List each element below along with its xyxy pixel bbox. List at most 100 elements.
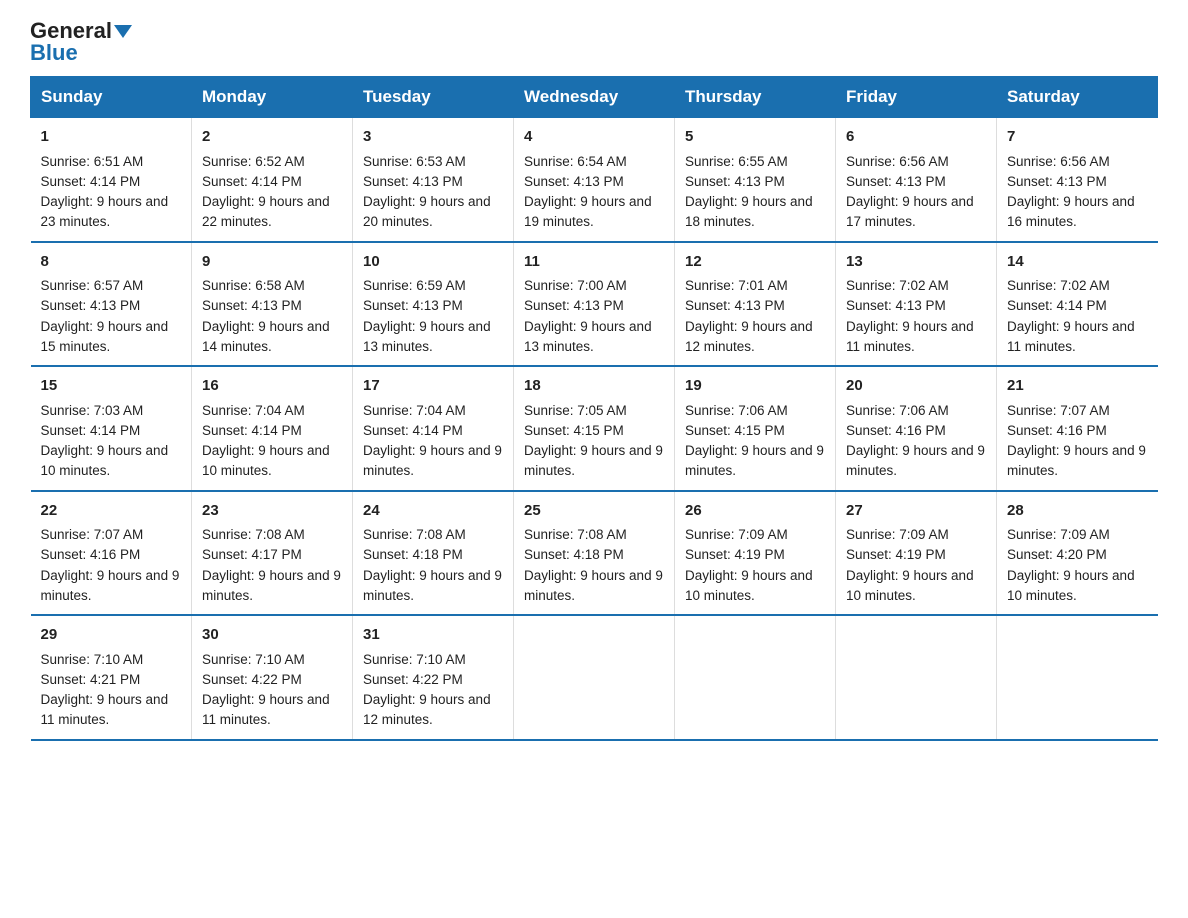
- week-row-3: 15 Sunrise: 7:03 AM Sunset: 4:14 PM Dayligh…: [31, 366, 1158, 491]
- day-number: 22: [41, 500, 182, 523]
- sunset-label: Sunset: 4:15 PM: [685, 423, 785, 438]
- day-number: 21: [1007, 375, 1148, 398]
- calendar-header: SundayMondayTuesdayWednesdayThursdayFrid…: [31, 77, 1158, 118]
- sunrise-label: Sunrise: 7:07 AM: [41, 527, 144, 542]
- day-number: 9: [202, 251, 342, 274]
- day-number: 11: [524, 251, 664, 274]
- calendar-cell: 17Sunrise: 7:04 AMSunset: 4:14 PMDayligh…: [353, 366, 514, 491]
- day-number: 31: [363, 624, 503, 647]
- day-number: 27: [846, 500, 986, 523]
- daylight-label: Daylight: 9 hours and 16 minutes.: [1007, 194, 1135, 229]
- sunset-label: Sunset: 4:14 PM: [202, 174, 302, 189]
- sunset-label: Sunset: 4:16 PM: [846, 423, 946, 438]
- day-number: 3: [363, 126, 503, 149]
- daylight-label: Daylight: 9 hours and 13 minutes.: [524, 319, 652, 354]
- day-number: 2: [202, 126, 342, 149]
- daylight-label: Daylight: 9 hours and 10 minutes.: [1007, 568, 1135, 603]
- day-number: 19: [685, 375, 825, 398]
- calendar-cell: 10Sunrise: 6:59 AMSunset: 4:13 PMDayligh…: [353, 242, 514, 367]
- sunset-label: Sunset: 4:21 PM: [41, 672, 141, 687]
- daylight-label: Daylight: 9 hours and 11 minutes.: [202, 692, 330, 727]
- sunrise-label: Sunrise: 6:53 AM: [363, 154, 466, 169]
- day-number: 6: [846, 126, 986, 149]
- calendar-cell: 4Sunrise: 6:54 AMSunset: 4:13 PMDaylight…: [514, 118, 675, 242]
- sunrise-label: Sunrise: 7:09 AM: [846, 527, 949, 542]
- day-number: 4: [524, 126, 664, 149]
- sunrise-label: Sunrise: 6:59 AM: [363, 278, 466, 293]
- day-number: 12: [685, 251, 825, 274]
- calendar-cell: 30Sunrise: 7:10 AMSunset: 4:22 PMDayligh…: [192, 615, 353, 740]
- day-number: 25: [524, 500, 664, 523]
- week-row-4: 22 Sunrise: 7:07 AM Sunset: 4:16 PM Dayligh…: [31, 491, 1158, 616]
- day-number: 26: [685, 500, 825, 523]
- calendar-cell: 1Sunrise: 6:51 AMSunset: 4:14 PMDaylight…: [31, 118, 192, 242]
- sunrise-label: Sunrise: 6:54 AM: [524, 154, 627, 169]
- sunrise-label: Sunrise: 6:56 AM: [1007, 154, 1110, 169]
- header-wednesday: Wednesday: [514, 77, 675, 118]
- calendar-cell: 18Sunrise: 7:05 AMSunset: 4:15 PMDayligh…: [514, 366, 675, 491]
- sunrise-label: Sunrise: 7:09 AM: [685, 527, 788, 542]
- day-number: 30: [202, 624, 342, 647]
- day-number: 29: [41, 624, 182, 647]
- day-number: 18: [524, 375, 664, 398]
- daylight-label: Daylight: 9 hours and 22 minutes.: [202, 194, 330, 229]
- calendar-cell: 8Sunrise: 6:57 AMSunset: 4:13 PMDaylight…: [31, 242, 192, 367]
- daylight-label: Daylight: 9 hours and 9 minutes.: [1007, 443, 1146, 478]
- logo-triangle-icon: [114, 25, 132, 38]
- sunrise-label: Sunrise: 7:08 AM: [363, 527, 466, 542]
- calendar-cell: 31Sunrise: 7:10 AMSunset: 4:22 PMDayligh…: [353, 615, 514, 740]
- sunrise-label: Sunrise: 7:10 AM: [41, 652, 144, 667]
- day-number: 16: [202, 375, 342, 398]
- calendar-cell: 15Sunrise: 7:03 AMSunset: 4:14 PMDayligh…: [31, 366, 192, 491]
- calendar-cell: 20Sunrise: 7:06 AMSunset: 4:16 PMDayligh…: [836, 366, 997, 491]
- daylight-label: Daylight: 9 hours and 20 minutes.: [363, 194, 491, 229]
- sunset-label: Sunset: 4:13 PM: [363, 174, 463, 189]
- sunrise-label: Sunrise: 7:02 AM: [846, 278, 949, 293]
- sunrise-label: Sunrise: 7:00 AM: [524, 278, 627, 293]
- sunrise-label: Sunrise: 7:01 AM: [685, 278, 788, 293]
- calendar-cell: 24Sunrise: 7:08 AMSunset: 4:18 PMDayligh…: [353, 491, 514, 616]
- daylight-label: Daylight: 9 hours and 11 minutes.: [41, 692, 169, 727]
- week-row-1: 1Sunrise: 6:51 AMSunset: 4:14 PMDaylight…: [31, 118, 1158, 242]
- week-row-2: 8Sunrise: 6:57 AMSunset: 4:13 PMDaylight…: [31, 242, 1158, 367]
- sunrise-label: Sunrise: 7:07 AM: [1007, 403, 1110, 418]
- day-number: 23: [202, 500, 342, 523]
- header-monday: Monday: [192, 77, 353, 118]
- sunrise-label: Sunrise: 7:03 AM: [41, 403, 144, 418]
- logo-blue: Blue: [30, 40, 78, 66]
- calendar-cell: 23Sunrise: 7:08 AMSunset: 4:17 PMDayligh…: [192, 491, 353, 616]
- sunrise-label: Sunrise: 7:08 AM: [524, 527, 627, 542]
- logo: General Blue: [30, 20, 132, 66]
- calendar-cell: 21Sunrise: 7:07 AMSunset: 4:16 PMDayligh…: [997, 366, 1158, 491]
- day-number: 1: [41, 126, 182, 149]
- daylight-label: Daylight: 9 hours and 15 minutes.: [41, 319, 169, 354]
- sunset-label: Sunset: 4:13 PM: [685, 298, 785, 313]
- calendar-cell: 7Sunrise: 6:56 AMSunset: 4:13 PMDaylight…: [997, 118, 1158, 242]
- calendar-cell: 3 Sunrise: 6:53 AM Sunset: 4:13 PM Daylight…: [353, 118, 514, 242]
- daylight-label: Daylight: 9 hours and 10 minutes.: [202, 443, 330, 478]
- calendar-cell: 25Sunrise: 7:08 AMSunset: 4:18 PMDayligh…: [514, 491, 675, 616]
- sunset-label: Sunset: 4:13 PM: [846, 298, 946, 313]
- daylight-label: Daylight: 9 hours and 11 minutes.: [846, 319, 974, 354]
- day-number: 24: [363, 500, 503, 523]
- daylight-label: Daylight: 9 hours and 9 minutes.: [41, 568, 180, 603]
- daylight-label: Daylight: 9 hours and 11 minutes.: [1007, 319, 1135, 354]
- daylight-label: Daylight: 9 hours and 10 minutes.: [846, 568, 974, 603]
- calendar-cell: 11 Sunrise: 7:00 AM Sunset: 4:13 PM Dayligh…: [514, 242, 675, 367]
- calendar-cell: [997, 615, 1158, 740]
- daylight-label: Daylight: 9 hours and 9 minutes.: [846, 443, 985, 478]
- day-number: 15: [41, 375, 182, 398]
- sunset-label: Sunset: 4:16 PM: [41, 547, 141, 562]
- sunset-label: Sunset: 4:13 PM: [363, 298, 463, 313]
- sunset-label: Sunset: 4:22 PM: [202, 672, 302, 687]
- sunrise-label: Sunrise: 7:09 AM: [1007, 527, 1110, 542]
- sunset-label: Sunset: 4:13 PM: [524, 298, 624, 313]
- header-sunday: Sunday: [31, 77, 192, 118]
- day-number: 13: [846, 251, 986, 274]
- sunset-label: Sunset: 4:14 PM: [363, 423, 463, 438]
- daylight-label: Daylight: 9 hours and 9 minutes.: [363, 568, 502, 603]
- sunset-label: Sunset: 4:19 PM: [846, 547, 946, 562]
- calendar-cell: 13 Sunrise: 7:02 AM Sunset: 4:13 PM Dayligh…: [836, 242, 997, 367]
- sunrise-label: Sunrise: 6:55 AM: [685, 154, 788, 169]
- daylight-label: Daylight: 9 hours and 19 minutes.: [524, 194, 652, 229]
